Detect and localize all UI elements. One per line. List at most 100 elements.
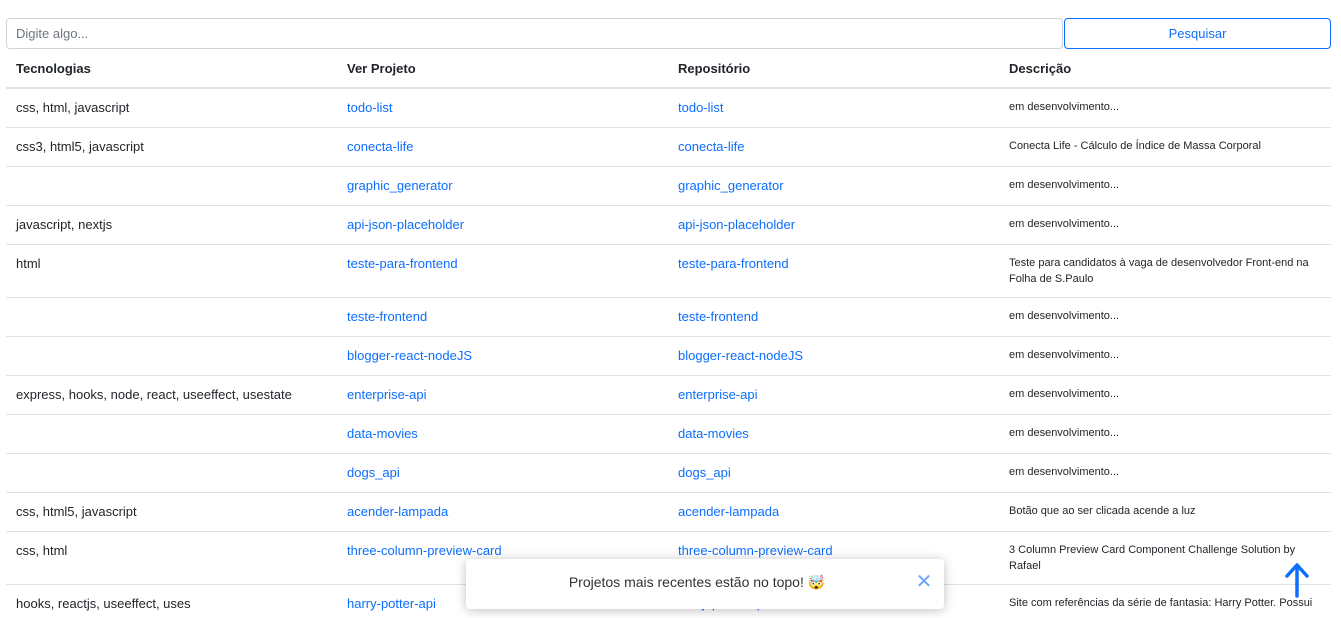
descricao-cell: em desenvolvimento...	[999, 205, 1331, 245]
descricao-cell: em desenvolvimento...	[999, 453, 1331, 493]
descricao-text: em desenvolvimento...	[1009, 101, 1120, 113]
tecnologias-cell	[6, 414, 337, 454]
tecnologias-text: express, hooks, node, react, useeffect, …	[16, 386, 292, 402]
ver-projeto-cell: teste-frontend	[337, 297, 668, 337]
descricao-text: em desenvolvimento...	[1009, 426, 1120, 439]
table-row: css, html5, javascript acender-lampada ace…	[6, 492, 1331, 532]
repositorio-link[interactable]: enterprise-api	[678, 376, 989, 403]
descricao-text: 3 Column Preview Card Component Challeng…	[1009, 543, 1296, 572]
table-row: express, hooks, node, react, useeffect, …	[6, 375, 1331, 415]
repositorio-cell: teste-para-frontend	[668, 244, 999, 298]
ver-projeto-link[interactable]: dogs_api	[347, 454, 658, 481]
repositorio-cell: blogger-react-nodeJS	[668, 336, 999, 376]
tecnologias-cell: css, html5, javascript	[6, 492, 337, 532]
table-row: graphic_generator graphic_generator em des…	[6, 166, 1331, 206]
tecnologias-text	[16, 298, 327, 309]
ver-projeto-link[interactable]: three-column-preview-card	[347, 532, 658, 559]
ver-projeto-cell: teste-para-frontend	[337, 244, 668, 298]
ver-projeto-cell: graphic_generator	[337, 166, 668, 206]
close-icon[interactable]: ✕	[914, 572, 934, 592]
table-row: html teste-para-frontend teste-para-fronte…	[6, 244, 1331, 298]
ver-projeto-cell: dogs_api	[337, 453, 668, 493]
table-row: blogger-react-nodeJS blogger-react-nodeJS…	[6, 336, 1331, 376]
descricao-text: em desenvolvimento...	[1009, 348, 1120, 361]
repositorio-link[interactable]: graphic_generator	[678, 167, 989, 194]
descricao-text: em desenvolvimento...	[1009, 217, 1120, 230]
projects-table: Tecnologias Ver Projeto Repositório Desc…	[6, 49, 1331, 618]
table-row: dogs_api dogs_api em desenvolvimento...	[6, 453, 1331, 493]
header-repositorio: Repositório	[668, 49, 999, 89]
ver-projeto-link[interactable]: teste-para-frontend	[347, 245, 658, 272]
page: Pesquisar Tecnologias Ver Projeto Reposi…	[0, 0, 1341, 618]
ver-projeto-link[interactable]: teste-frontend	[347, 298, 658, 325]
ver-projeto-link[interactable]: graphic_generator	[347, 167, 658, 194]
tecnologias-cell: javascript, nextjs	[6, 205, 337, 245]
descricao-cell: em desenvolvimento...	[999, 88, 1331, 128]
tecnologias-cell	[6, 453, 337, 493]
search-input[interactable]	[6, 18, 1063, 49]
tecnologias-text: html	[16, 255, 41, 271]
tecnologias-cell	[6, 166, 337, 206]
repositorio-cell: todo-list	[668, 88, 999, 128]
table-row: teste-frontend teste-frontend em desenvolv…	[6, 297, 1331, 337]
tecnologias-text: hooks, reactjs, useeffect, uses	[16, 595, 191, 611]
repositorio-link[interactable]: blogger-react-nodeJS	[678, 337, 989, 364]
tecnologias-text: css, html5, javascript	[16, 503, 137, 519]
toast-notification: Projetos mais recentes estão no topo! 🤯 …	[466, 559, 944, 609]
repositorio-link[interactable]: dogs_api	[678, 454, 989, 481]
ver-projeto-cell: data-movies	[337, 414, 668, 454]
descricao-cell: em desenvolvimento...	[999, 375, 1331, 415]
repositorio-link[interactable]: teste-para-frontend	[678, 245, 989, 272]
header-descricao: Descrição	[999, 49, 1331, 89]
ver-projeto-link[interactable]: data-movies	[347, 415, 658, 442]
descricao-cell: Conecta Life - Cálculo de Índice de Mass…	[999, 127, 1331, 167]
tecnologias-text	[16, 337, 327, 348]
header-ver-projeto: Ver Projeto	[337, 49, 668, 89]
tecnologias-text: css3, html5, javascript	[16, 138, 144, 154]
header-tecnologias: Tecnologias	[6, 49, 337, 89]
ver-projeto-link[interactable]: todo-list	[347, 89, 658, 116]
descricao-text: Site com referências da série de fantasi…	[1009, 596, 1313, 609]
table-row: javascript, nextjs api-json-placeholder ap…	[6, 205, 1331, 245]
descricao-cell: Botão que ao ser clicada acende a luz	[999, 492, 1331, 532]
repositorio-cell: acender-lampada	[668, 492, 999, 532]
table-header-row: Tecnologias Ver Projeto Repositório Desc…	[6, 49, 1331, 89]
repositorio-link[interactable]: acender-lampada	[678, 493, 989, 520]
repositorio-cell: dogs_api	[668, 453, 999, 493]
tecnologias-cell: css, html	[6, 531, 337, 585]
repositorio-link[interactable]: conecta-life	[678, 128, 989, 155]
repositorio-link[interactable]: teste-frontend	[678, 298, 989, 325]
arrow-up-icon[interactable]	[1284, 561, 1310, 599]
search-bar: Pesquisar	[6, 18, 1331, 49]
ver-projeto-link[interactable]: conecta-life	[347, 128, 658, 155]
search-button[interactable]: Pesquisar	[1064, 18, 1331, 49]
descricao-text: em desenvolvimento...	[1009, 178, 1120, 191]
tecnologias-text	[16, 454, 327, 465]
tecnologias-text: css, html, javascript	[16, 100, 130, 115]
ver-projeto-link[interactable]: blogger-react-nodeJS	[347, 337, 658, 364]
descricao-text: em desenvolvimento...	[1009, 309, 1120, 322]
ver-projeto-cell: acender-lampada	[337, 492, 668, 532]
tecnologias-text: css, html	[16, 542, 68, 558]
descricao-text: Conecta Life - Cálculo de Índice de Mass…	[1009, 139, 1261, 152]
repositorio-cell: api-json-placeholder	[668, 205, 999, 245]
repositorio-link[interactable]: api-json-placeholder	[678, 206, 989, 233]
tecnologias-cell	[6, 297, 337, 337]
descricao-cell: Teste para candidatos à vaga de desenvol…	[999, 244, 1331, 298]
tecnologias-cell: css3, html5, javascript	[6, 127, 337, 167]
ver-projeto-link[interactable]: api-json-placeholder	[347, 206, 658, 233]
descricao-cell: em desenvolvimento...	[999, 414, 1331, 454]
descricao-cell: Site com referências da série de fantasi…	[999, 584, 1331, 618]
ver-projeto-cell: enterprise-api	[337, 375, 668, 415]
repositorio-link[interactable]: todo-list	[678, 89, 989, 116]
ver-projeto-link[interactable]: acender-lampada	[347, 493, 658, 520]
ver-projeto-link[interactable]: enterprise-api	[347, 376, 658, 403]
repositorio-link[interactable]: data-movies	[678, 415, 989, 442]
repositorio-link[interactable]: three-column-preview-card	[678, 532, 989, 559]
descricao-cell: em desenvolvimento...	[999, 297, 1331, 337]
tecnologias-cell	[6, 336, 337, 376]
tecnologias-cell: css, html, javascript	[6, 88, 337, 128]
descricao-cell: em desenvolvimento...	[999, 166, 1331, 206]
descricao-text: em desenvolvimento...	[1009, 465, 1120, 478]
tecnologias-text	[16, 167, 327, 178]
